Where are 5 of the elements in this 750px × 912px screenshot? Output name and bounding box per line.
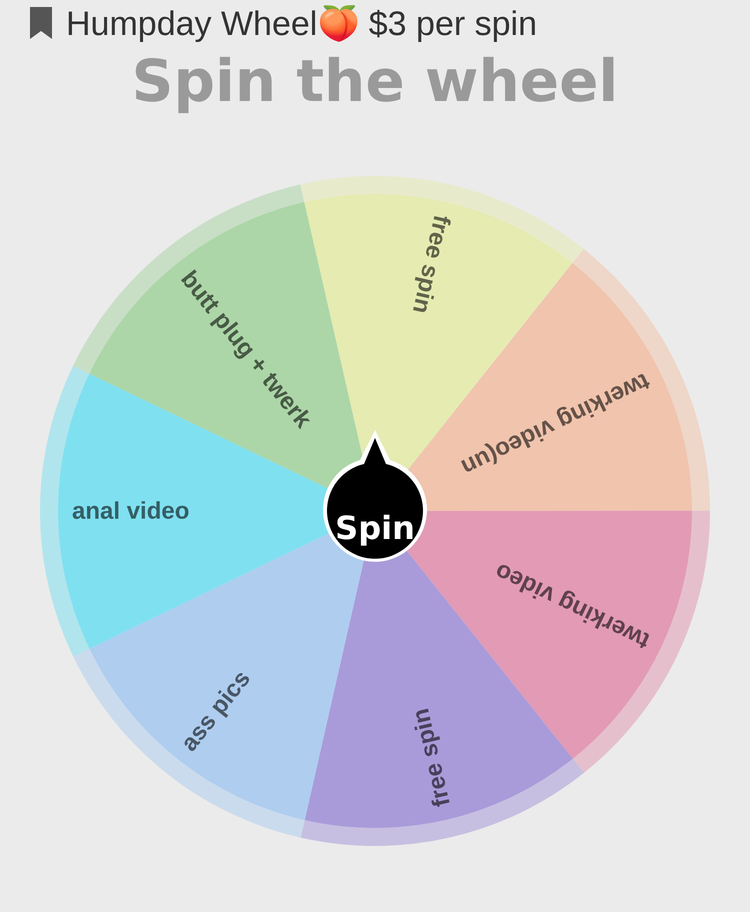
bookmark-icon xyxy=(28,7,54,41)
page-title: Humpday Wheel🍑 $3 per spin xyxy=(66,4,538,44)
segment-label: free spin xyxy=(407,706,456,810)
segment-label: free spin xyxy=(406,212,456,316)
segment-label: anal video xyxy=(72,498,190,525)
